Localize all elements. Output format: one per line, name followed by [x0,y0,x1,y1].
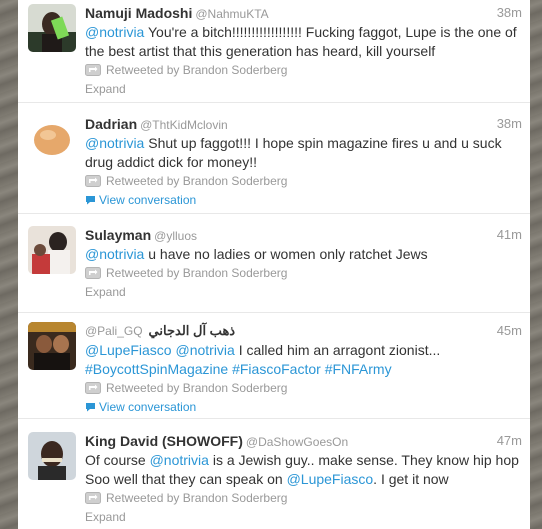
author-handle[interactable]: @Pali_GQ [85,324,143,338]
tweet-text-segment: I called him an arragont zionist... [234,342,441,358]
tweet[interactable]: @Pali_GQ ذهب آل الدجاني 45m @LupeFiasco @… [18,313,530,419]
timeline: Namuji Madoshi @NahmuKTA 38m @notrivia Yo… [18,0,530,529]
speech-bubble-icon [86,196,95,205]
tweet-text: Of course @notrivia is a Jewish guy.. ma… [85,451,521,489]
retweet-icon [85,266,101,279]
mention-link[interactable]: @LupeFiasco [287,471,374,487]
tweet[interactable]: Namuji Madoshi @NahmuKTA 38m @notrivia Yo… [18,0,530,103]
background-right [530,0,542,529]
avatar[interactable] [28,4,76,52]
avatar[interactable] [28,226,76,274]
retweet-info: Retweeted by Brandon Soderberg [85,61,522,80]
retweeted-by-label: Retweeted by Brandon Soderberg [106,266,288,280]
author-handle[interactable]: @NahmuKTA [195,7,268,21]
author-handle[interactable]: @ylluos [154,229,197,243]
retweet-info: Retweeted by Brandon Soderberg [85,379,522,398]
tweet-timestamp[interactable]: 47m [497,431,522,451]
retweet-info: Retweeted by Brandon Soderberg [85,264,522,283]
mention-link[interactable]: @notrivia [150,452,209,468]
mention-link[interactable]: @notrivia [85,24,144,40]
retweet-icon [85,381,101,394]
tweet-text: @notrivia Shut up faggot!!! I hope spin … [85,134,521,172]
hashtag-link[interactable]: #BoycottSpinMagazine [85,361,228,377]
tweet-timestamp[interactable]: 38m [497,114,522,134]
expand-link[interactable]: Expand [85,80,522,98]
author-name[interactable]: King David (SHOWOFF) [85,433,243,449]
view-conversation-link[interactable]: View conversation [85,191,522,209]
avatar[interactable] [28,432,76,480]
retweeted-by-label: Retweeted by Brandon Soderberg [106,491,288,505]
tweet-text: @notrivia You're a bitch!!!!!!!!!!!!!!!!… [85,23,521,61]
mention-link[interactable]: @LupeFiasco [85,342,172,358]
view-conversation-label[interactable]: View conversation [99,400,196,414]
author-handle[interactable]: @DaShowGoesOn [246,435,348,449]
retweet-info: Retweeted by Brandon Soderberg [85,172,522,191]
author-name[interactable]: Sulayman [85,227,151,243]
tweet-timestamp[interactable]: 41m [497,225,522,245]
expand-link[interactable]: Expand [85,508,522,526]
avatar[interactable] [28,115,76,163]
retweeted-by-label: Retweeted by Brandon Soderberg [106,174,288,188]
mention-link[interactable]: @notrivia [85,135,144,151]
tweet-text-segment: . I get it now [373,471,449,487]
tweet-text-segment: Shut up faggot!!! I hope spin magazine f… [85,135,502,170]
view-conversation-label[interactable]: View conversation [99,193,196,207]
mention-link[interactable]: @notrivia [85,246,144,262]
retweeted-by-label: Retweeted by Brandon Soderberg [106,63,288,77]
author-handle[interactable]: @ThtKidMclovin [140,118,228,132]
hashtag-link[interactable]: #FiascoFactor [232,361,321,377]
view-conversation-link[interactable]: View conversation [85,398,522,416]
tweet[interactable]: Dadrian @ThtKidMclovin 38m @notrivia Shut… [18,103,530,214]
retweeted-by-label: Retweeted by Brandon Soderberg [106,381,288,395]
mention-link[interactable]: @notrivia [175,342,234,358]
hashtag-link[interactable]: #FNFArmy [325,361,392,377]
tweet[interactable]: Sulayman @ylluos 41m @notrivia u have no … [18,214,530,313]
background-left [0,0,18,529]
expand-link[interactable]: Expand [85,283,522,301]
author-name[interactable]: Dadrian [85,116,137,132]
retweet-icon [85,491,101,504]
speech-bubble-icon [86,403,95,412]
tweet[interactable]: King David (SHOWOFF) @DaShowGoesOn 47m Of… [18,419,530,529]
tweet-text-segment: Of course [85,452,150,468]
tweet-timestamp[interactable]: 45m [497,321,522,341]
author-name[interactable]: ذهب آل الدجاني [149,323,236,338]
tweet-timestamp[interactable]: 38m [497,3,522,23]
author-name[interactable]: Namuji Madoshi [85,5,192,21]
tweet-text-segment: You're a bitch!!!!!!!!!!!!!!!!!! Fucking… [85,24,517,59]
retweet-icon [85,63,101,76]
retweet-icon [85,174,101,187]
tweet-text: @notrivia u have no ladies or women only… [85,245,521,264]
retweet-info: Retweeted by Brandon Soderberg [85,489,522,508]
tweet-text-segment: u have no ladies or women only ratchet J… [144,246,428,262]
avatar[interactable] [28,322,76,370]
tweet-text: @LupeFiasco @notrivia I called him an ar… [85,341,521,379]
